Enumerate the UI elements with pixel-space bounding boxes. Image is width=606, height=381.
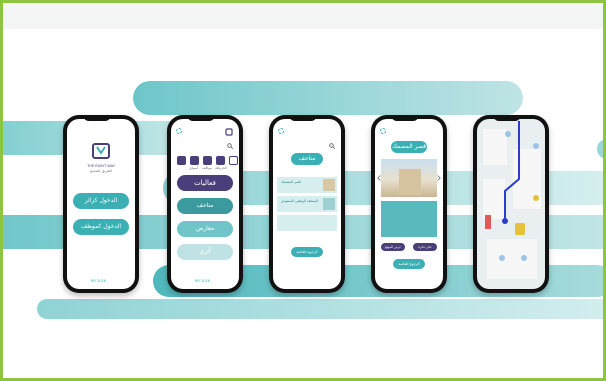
settings-gear-icon[interactable] <box>176 128 182 134</box>
poi-marker-icon[interactable] <box>533 195 539 201</box>
phone-indoor-map <box>473 115 549 293</box>
search-icon[interactable] <box>227 143 233 149</box>
settings-gear-icon[interactable] <box>278 128 284 134</box>
app-logo-icon <box>92 143 110 159</box>
search-icon[interactable] <box>329 143 335 149</box>
back-to-list-button[interactable]: الرجوع للقائمة <box>393 259 425 269</box>
category-label-parking: مواقف <box>202 166 212 170</box>
band-top <box>133 81 523 115</box>
phone-main-menu: أسواق مواقف الخريطة فعاليات متاحف معارض … <box>167 115 243 293</box>
category-label-markets: أسواق <box>189 166 199 170</box>
heritage-button[interactable]: آثري <box>177 244 233 260</box>
museum-item-title: المتحف الوطني السعودي <box>281 199 318 203</box>
show-location-button[interactable]: عرض الموقع <box>381 243 405 251</box>
logo-subtitle: الطريق الصحيح <box>89 169 113 173</box>
phone-notch <box>391 115 419 121</box>
band-right-dot <box>597 139 603 159</box>
museums-screen: متاحف قصر المصمك المتحف الوطني السعودي ا… <box>273 119 341 289</box>
exhibits-button[interactable]: معارض <box>177 221 233 237</box>
poi-marker-icon[interactable] <box>505 131 511 137</box>
category-tile-markets[interactable] <box>190 156 199 165</box>
phone-notch <box>289 115 317 121</box>
visitor-login-button[interactable]: الدخول كزائر <box>73 193 129 209</box>
phone-notch <box>187 115 215 121</box>
phone-login: THE RIGHT WAY الطريق الصحيح الدخول كزائر… <box>63 115 139 293</box>
fort-shape <box>399 169 421 195</box>
museum-photo <box>381 159 437 197</box>
login-footer: RR 2016 <box>91 279 106 283</box>
detail-screen: قصر المصمك عرض الموقع حجز تذكرة الرجوع ل… <box>375 119 443 289</box>
book-ticket-button[interactable]: حجز تذكرة <box>413 243 437 251</box>
category-label-map: الخريطة <box>215 166 227 170</box>
phone-museums-list: متاحف قصر المصمك المتحف الوطني السعودي ا… <box>269 115 345 293</box>
category-tile-5[interactable] <box>229 156 238 165</box>
museum-thumbnail <box>323 198 335 210</box>
museum-list-item[interactable]: قصر المصمك <box>277 177 337 193</box>
logo-name: THE RIGHT WAY <box>87 164 115 168</box>
category-tile-1[interactable] <box>177 156 186 165</box>
poi-marker-icon[interactable] <box>521 255 527 261</box>
category-tile-map[interactable] <box>216 156 225 165</box>
museum-list-item[interactable]: المتحف الوطني السعودي <box>277 196 337 212</box>
description-block <box>381 201 437 237</box>
poi-marker-icon[interactable] <box>533 143 539 149</box>
app-logo-icon <box>225 128 233 136</box>
phone-notch <box>493 115 521 121</box>
phone-notch <box>83 115 111 121</box>
settings-gear-icon[interactable] <box>380 128 386 134</box>
employee-login-button[interactable]: الدخول كموظف <box>73 219 129 235</box>
back-to-list-button[interactable]: الرجوع للقائمة <box>291 247 323 257</box>
category-tile-parking[interactable] <box>203 156 212 165</box>
presentation-frame: THE RIGHT WAY الطريق الصحيح الدخول كزائر… <box>0 0 606 381</box>
chevron-right-icon[interactable] <box>437 175 441 181</box>
map-screen[interactable] <box>477 119 545 289</box>
events-button[interactable]: فعاليات <box>177 175 233 191</box>
top-strip <box>3 3 603 29</box>
poi-marker-icon[interactable] <box>499 255 505 261</box>
museums-title-pill: متاحف <box>291 153 323 165</box>
museum-list-item[interactable] <box>277 215 337 231</box>
menu-screen: أسواق مواقف الخريطة فعاليات متاحف معارض … <box>171 119 239 289</box>
museum-item-title: قصر المصمك <box>281 180 301 184</box>
chevron-left-icon[interactable] <box>377 175 381 181</box>
phone-museum-detail: قصر المصمك عرض الموقع حجز تذكرة الرجوع ل… <box>371 115 447 293</box>
detail-title-pill: قصر المصمك <box>391 141 427 153</box>
band-bottom <box>37 299 603 319</box>
museum-thumbnail <box>323 179 335 191</box>
museums-button[interactable]: متاحف <box>177 198 233 214</box>
login-screen: THE RIGHT WAY الطريق الصحيح الدخول كزائر… <box>67 119 135 289</box>
menu-footer: RR 2016 <box>195 279 210 283</box>
